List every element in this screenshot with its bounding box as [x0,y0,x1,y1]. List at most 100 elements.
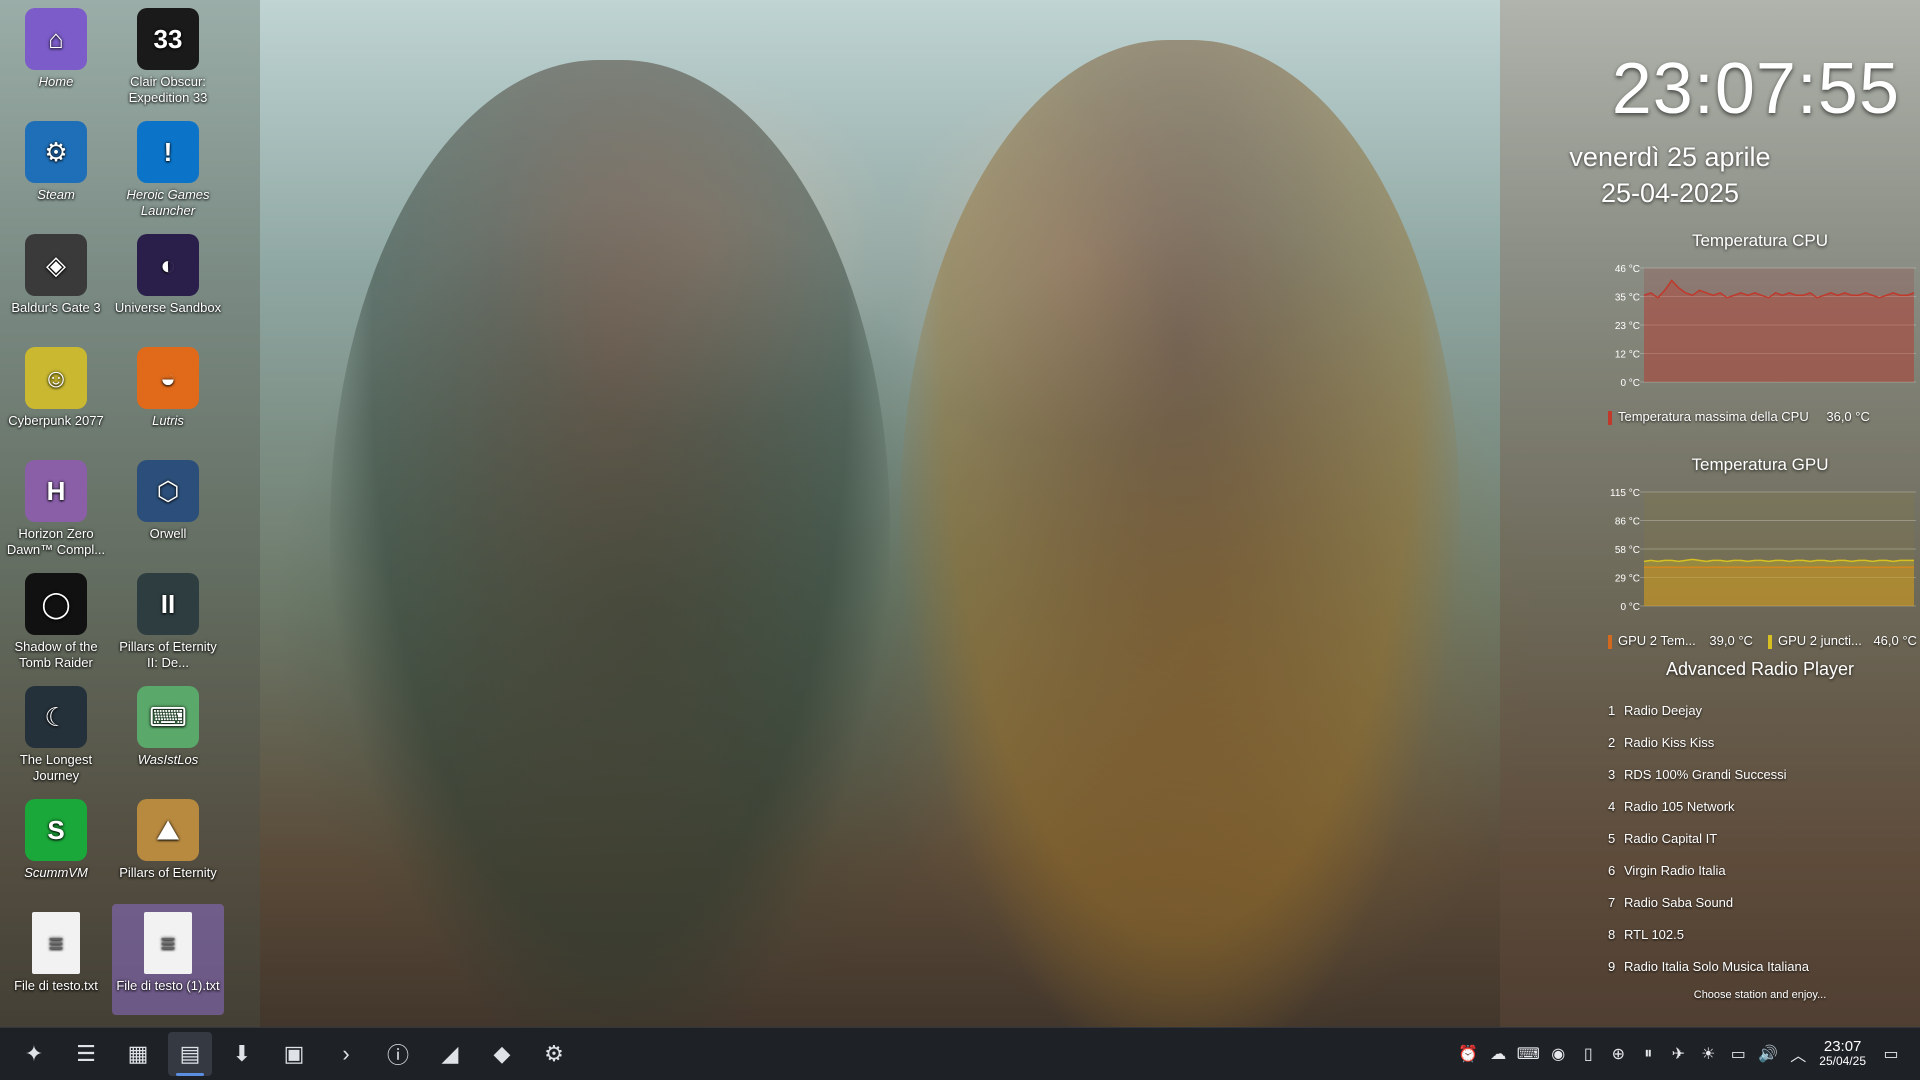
radio-station-item[interactable]: 3 RDS 100% Grandi Successi [1608,767,1809,799]
desktop-icon-heroic-launcher[interactable]: ! Heroic Games Launcher [112,113,224,224]
desktop-icon-label: Orwell [149,526,187,541]
radio-station-item[interactable]: 8 RTL 102.5 [1608,927,1809,959]
radio-station-item[interactable]: 5 Radio Capital IT [1608,831,1809,863]
show-desktop-icon[interactable]: ▭ [1876,1039,1906,1069]
kde-connect-icon[interactable]: ✈ [1663,1039,1693,1069]
desktop-icon-lutris[interactable]: ◒ Lutris [112,339,224,450]
media-pause-icon[interactable]: ⏸ [1633,1039,1663,1069]
cpu-legend-swatch [1608,410,1612,425]
radio-station-name: Radio Italia Solo Musica Italiana [1624,959,1809,974]
gpu-widget-title: Temperatura GPU [1691,455,1829,474]
chart-y-tick-label: 58 °C [1615,545,1640,556]
desktop-icon-home-folder[interactable]: ⌂ Home [0,0,112,111]
desktop-icon-label: Shadow of the Tomb Raider [14,639,98,670]
taskbar-clock[interactable]: 23:07 25/04/25 [1819,1039,1866,1069]
steam-icon: ⚙ [25,121,87,183]
desktop-icon-pillars-eternity-2[interactable]: II Pillars of Eternity II: De... [112,565,224,676]
desktop-icon-orwell[interactable]: ⬡ Orwell [112,452,224,563]
chart-series-area [1644,559,1914,606]
scummvm-icon: S [25,799,87,861]
desktop-icon-baldurs-gate[interactable]: ◈ Baldur's Gate 3 [0,226,112,337]
brightness-icon[interactable]: ☀ [1693,1039,1723,1069]
desktop-icon-text-file[interactable]: ≡ File di testo.txt [0,904,112,1015]
cpu-widget-title: Temperatura CPU [1691,231,1829,250]
chart-y-tick-label: 29 °C [1615,574,1640,585]
cpu-legend-value: 36,0 °C [1826,409,1870,424]
file-manager-icon[interactable]: ▤ [168,1032,212,1076]
desktop-icon-label: Steam [37,187,75,202]
radio-station-number: 1 [1608,703,1616,718]
radio-station-list: 1 Radio Deejay 2 Radio Kiss Kiss 3 RDS 100% G… [1608,703,1809,991]
gpu-legend-2-value: 46,0 °C [1873,633,1917,648]
radio-player-title: Advanced Radio Player [1665,659,1855,679]
desktop-icon-label: ScummVM [24,865,88,880]
tray-expand-icon[interactable]: ︿ [1783,1039,1813,1069]
desktop-icon-label: Cyberpunk 2077 [8,413,104,428]
radio-station-item[interactable]: 1 Radio Deejay [1608,703,1809,735]
radio-station-name: Radio Kiss Kiss [1624,735,1715,750]
chart-y-tick-label: 46 °C [1615,264,1640,275]
horizon-zero-dawn-icon: H [25,460,87,522]
cpu-legend-label: Temperatura massima della CPU [1618,409,1809,424]
radio-station-name: Radio Deejay [1624,703,1703,718]
tray-icon-list: ⏰ ☁ ⌨ ◉ ▯ ⊕ ⏸ ✈ ☀ ▭ 🔊 ︿ [1453,1039,1813,1069]
keyboard-icon[interactable]: ⌨ [1513,1039,1543,1069]
desktop-icon-tomb-raider[interactable]: ◯ Shadow of the Tomb Raider [0,565,112,676]
steam-taskbar-icon[interactable]: ⚙ [532,1032,576,1076]
cloud-icon[interactable]: ☁ [1483,1039,1513,1069]
radio-station-item[interactable]: 2 Radio Kiss Kiss [1608,735,1809,767]
home-folder-icon: ⌂ [25,8,87,70]
digital-clock: 23:07:55 [1611,49,1900,129]
radio-station-item[interactable]: 7 Radio Saba Sound [1608,895,1809,927]
desktop-icon-cyberpunk[interactable]: ☺ Cyberpunk 2077 [0,339,112,450]
app-launcher-icon[interactable]: ✦ [12,1032,56,1076]
desktop-icon-longest-journey[interactable]: ☾ The Longest Journey [0,678,112,789]
chart-y-tick-label: 0 °C [1620,602,1640,612]
desktop-icon-label: The Longest Journey [19,752,93,783]
steam-tray-icon[interactable]: ◉ [1543,1039,1573,1069]
brave-browser-icon[interactable]: ◆ [480,1032,524,1076]
desktop-icon-scummvm[interactable]: S ScummVM [0,791,112,902]
desktop-icon-label: Universe Sandbox [114,300,222,315]
radio-station-item[interactable]: 6 Virgin Radio Italia [1608,863,1809,895]
notifications-icon[interactable]: ⏰ [1453,1039,1483,1069]
desktop-icon-label: File di testo (1).txt [116,978,220,993]
radio-station-item[interactable]: 9 Radio Italia Solo Musica Italiana [1608,959,1809,991]
taskbar-app-list: ✦ ☰ ▦ ▤ ⬇ ▣ › ⓘ ◢ ◆ ⚙ [4,1032,576,1076]
desktop-icon-label: WasIstLos [137,752,199,767]
pillars-eternity-icon: ⛰ [137,799,199,861]
tomb-raider-icon: ◯ [25,573,87,635]
gpu-legend-2: GPU 2 juncti... 46,0 °C [1768,633,1917,649]
radio-station-item[interactable]: 4 Radio 105 Network [1608,799,1809,831]
display-icon[interactable]: ▭ [1723,1039,1753,1069]
chart-y-tick-label: 12 °C [1615,350,1640,361]
chart-y-tick-label: 0 °C [1620,378,1640,388]
taskbar-date: 25/04/25 [1819,1054,1866,1068]
wallpaper-figure-right [900,40,1460,1040]
radio-station-number: 3 [1608,767,1616,782]
desktop-icon-horizon-zero-dawn[interactable]: H Horizon Zero Dawn™ Compl... [0,452,112,563]
desktop-icon-steam[interactable]: ⚙ Steam [0,113,112,224]
desktop-icon-wasistlos[interactable]: ⌨ WasIstLos [112,678,224,789]
chart-y-tick-label: 86 °C [1615,517,1640,528]
app-grid-icon[interactable]: ▦ [116,1032,160,1076]
clipboard-icon[interactable]: ▯ [1573,1039,1603,1069]
discover-updates-icon[interactable]: ⊕ [1603,1039,1633,1069]
task-manager-icon[interactable]: ☰ [64,1032,108,1076]
info-center-icon[interactable]: ⓘ [376,1032,420,1076]
text-file-icon: ≡ [32,912,80,974]
terminal-icon[interactable]: › [324,1032,368,1076]
download-icon[interactable]: ⬇ [220,1032,264,1076]
desktop-icon-label: Baldur's Gate 3 [11,300,101,315]
gpu-legend-1-label: GPU 2 Tem... [1618,633,1696,648]
desktop-icon-text-file[interactable]: ≡ File di testo (1).txt [112,904,224,1015]
taskbar: ✦ ☰ ▦ ▤ ⬇ ▣ › ⓘ ◢ ◆ ⚙ ⏰ ☁ ⌨ ◉ ▯ ⊕ ⏸ ✈ ☀ ▭ 🔊 ︿ 23:07 25/04/25 … [0,1027,1920,1080]
volume-icon[interactable]: 🔊 [1753,1039,1783,1069]
archive-icon[interactable]: ▣ [272,1032,316,1076]
desktop-icon-universe-sandbox[interactable]: ◐ Universe Sandbox [112,226,224,337]
system-monitor-icon[interactable]: ◢ [428,1032,472,1076]
desktop-icon-clair-obscur[interactable]: 33 Clair Obscur: Expedition 33 [112,0,224,111]
gpu-legend-1-swatch [1608,634,1612,649]
lutris-icon: ◒ [137,347,199,409]
desktop-icon-pillars-eternity[interactable]: ⛰ Pillars of Eternity [112,791,224,902]
